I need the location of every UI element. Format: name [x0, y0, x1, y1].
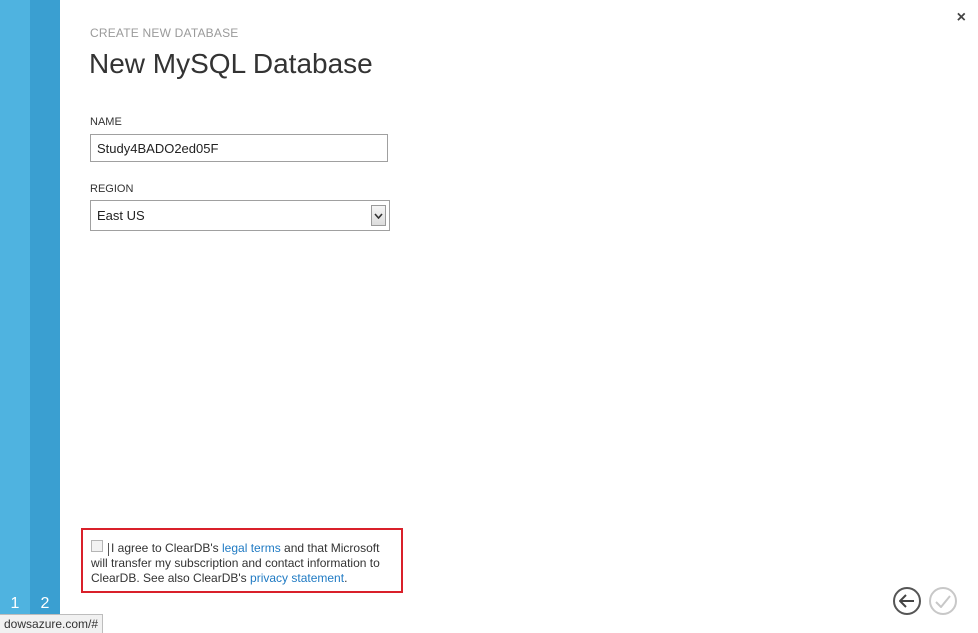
agreement-text-part-3: .: [344, 571, 348, 585]
checkmark-icon: [935, 594, 951, 608]
name-label: NAME: [90, 116, 122, 128]
agreement-text: I agree to ClearDB's legal terms and tha…: [91, 541, 396, 586]
privacy-statement-link[interactable]: privacy statement: [250, 571, 344, 585]
close-button[interactable]: ×: [957, 10, 966, 26]
agreement-box: I agree to ClearDB's legal terms and tha…: [81, 528, 403, 593]
status-bar-url: dowsazure.com/#: [0, 614, 104, 633]
wizard-step-strip-2: 2: [30, 0, 60, 633]
agreement-text-part-1: I agree to ClearDB's: [111, 541, 223, 555]
wizard-step-strip-1: 1: [0, 0, 30, 633]
wizard-step-2[interactable]: 2: [30, 595, 60, 613]
page-subtitle: CREATE NEW DATABASE: [90, 26, 239, 40]
wizard-step-1[interactable]: 1: [0, 595, 30, 613]
finish-button[interactable]: [929, 587, 957, 615]
legal-terms-link[interactable]: legal terms: [222, 541, 281, 555]
back-button[interactable]: [893, 587, 921, 615]
region-label: REGION: [90, 183, 134, 195]
page-title: New MySQL Database: [89, 48, 373, 79]
region-select[interactable]: East US: [90, 200, 390, 231]
name-input[interactable]: [90, 134, 388, 162]
chevron-down-icon[interactable]: [371, 205, 386, 226]
arrow-left-icon: [899, 594, 914, 608]
region-selected-value: East US: [97, 208, 145, 223]
